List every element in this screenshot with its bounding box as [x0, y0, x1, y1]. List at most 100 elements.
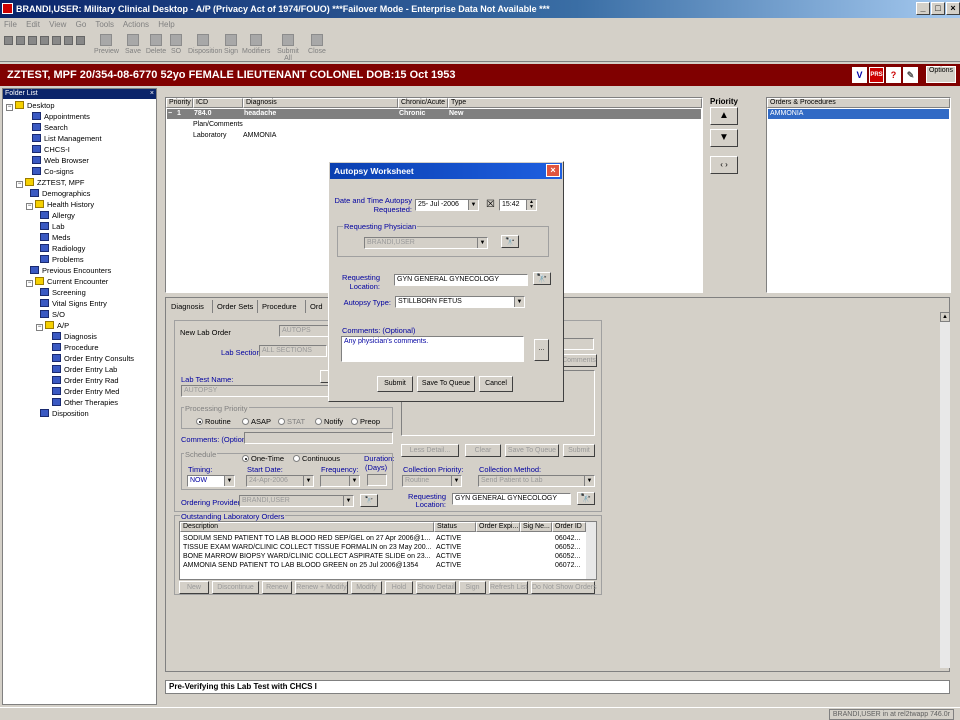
dialog-close-button[interactable]: ×: [546, 164, 560, 177]
nav-refresh-icon[interactable]: [52, 36, 61, 45]
dialog-cancel-button[interactable]: Cancel: [479, 376, 513, 392]
nav-home-icon[interactable]: [40, 36, 49, 45]
autopsy-date-select[interactable]: 25- Jul -2006 ▼: [415, 199, 479, 211]
col-diagnosis[interactable]: Diagnosis: [243, 98, 398, 108]
provider-search-button[interactable]: 🔭: [360, 494, 378, 507]
dialog-comments-field[interactable]: Any physician's comments.: [341, 336, 524, 362]
minimize-button[interactable]: _: [916, 2, 930, 15]
outstanding-action-button[interactable]: Do Not Show Orders: [531, 581, 597, 594]
order-item[interactable]: AMMONIA: [768, 109, 949, 119]
lab-save-to-queue-button[interactable]: Save To Queue: [505, 444, 559, 457]
comments-button[interactable]: Comments: [561, 354, 597, 367]
tab-diagnosis[interactable]: Diagnosis: [171, 300, 204, 313]
folder-item[interactable]: Procedure: [52, 343, 99, 353]
lab-section-field[interactable]: ALL SECTIONS: [259, 345, 327, 357]
collection-method-select[interactable]: Send Patient to Lab ▼: [478, 475, 595, 487]
folder-item[interactable]: Vital Signs Entry: [40, 299, 107, 309]
scroll-up-icon[interactable]: ▲: [940, 312, 950, 322]
folder-list-close-icon[interactable]: ×: [150, 89, 154, 99]
close-button[interactable]: Close: [305, 34, 329, 55]
lab-location-search-button[interactable]: 🔭: [577, 492, 595, 505]
tools-icon[interactable]: ✎: [903, 67, 918, 83]
folder-item[interactable]: Meds: [40, 233, 70, 243]
priority-down-button[interactable]: ▼: [710, 129, 738, 147]
comments-ellipsis-button[interactable]: ...: [534, 339, 549, 361]
col-icd[interactable]: ICD: [193, 98, 243, 108]
folder-item[interactable]: Screening: [40, 288, 86, 298]
physician-search-button[interactable]: 🔭: [501, 235, 519, 248]
verify-icon[interactable]: V: [852, 67, 867, 83]
close-window-button[interactable]: ×: [946, 2, 960, 15]
priority-stat-radio[interactable]: STAT: [278, 417, 305, 426]
nav-up-icon[interactable]: [28, 36, 37, 45]
collapse-icon[interactable]: −: [26, 280, 33, 287]
ol-col-description[interactable]: Description: [180, 522, 434, 532]
folder-item[interactable]: Order Entry Consults: [52, 354, 134, 364]
outstanding-action-button[interactable]: Refresh List: [489, 581, 528, 594]
menu-tools[interactable]: Tools: [95, 20, 114, 29]
priority-notify-radio[interactable]: Notify: [315, 417, 343, 426]
ordering-provider-select[interactable]: BRANDI,USER ▼: [239, 495, 354, 507]
clear-button[interactable]: Clear: [465, 444, 501, 457]
folder-item[interactable]: Order Entry Med: [52, 387, 119, 397]
modifiers-button[interactable]: Modifiers: [242, 34, 270, 55]
submit-all-button[interactable]: Submit All: [273, 34, 303, 62]
folder-item[interactable]: Radiology: [40, 244, 85, 254]
folder-item[interactable]: CHCS-I: [32, 145, 70, 155]
folder-item[interactable]: List Management: [32, 134, 102, 144]
outstanding-action-button[interactable]: Discontinue: [212, 581, 259, 594]
nav-forward-icon[interactable]: [16, 36, 25, 45]
priority-asap-radio[interactable]: ASAP: [242, 417, 271, 426]
folder-item[interactable]: Demographics: [30, 189, 90, 199]
maximize-button[interactable]: □: [931, 2, 945, 15]
folder-item[interactable]: S/O: [40, 310, 65, 320]
folder-item[interactable]: Search: [32, 123, 68, 133]
collection-priority-select[interactable]: Routine ▼: [402, 475, 462, 487]
outstanding-action-button[interactable]: Show Detail: [416, 581, 456, 594]
less-detail-button[interactable]: Less Detail...: [401, 444, 459, 457]
dialog-requesting-location-field[interactable]: GYN GENERAL GYNECOLOGY: [394, 274, 528, 286]
sign-button[interactable]: Sign: [219, 34, 243, 55]
lower-area-scrollbar[interactable]: ▲: [940, 312, 950, 668]
folder-item[interactable]: Diagnosis: [52, 332, 97, 342]
tab-procedure[interactable]: Procedure: [257, 300, 297, 313]
folder-item[interactable]: Problems: [40, 255, 84, 265]
menu-edit[interactable]: Edit: [26, 20, 40, 29]
menu-go[interactable]: Go: [76, 20, 87, 29]
requesting-physician-select[interactable]: BRANDI,USER ▼: [364, 237, 488, 249]
save-button[interactable]: Save: [121, 34, 145, 55]
nav-back-icon[interactable]: [4, 36, 13, 45]
problem-expand-icon[interactable]: −: [168, 109, 172, 119]
priority-preop-radio[interactable]: Preop: [351, 417, 380, 426]
folder-item[interactable]: Co-signs: [32, 167, 74, 177]
lab-submit-button[interactable]: Submit: [563, 444, 595, 457]
outstanding-action-button[interactable]: Renew: [262, 581, 292, 594]
outstanding-action-button[interactable]: Modify: [351, 581, 382, 594]
folder-item[interactable]: − Health History: [26, 200, 94, 210]
frequency-select[interactable]: ▼: [320, 475, 360, 487]
disposition-button[interactable]: Disposition: [188, 34, 222, 55]
folder-item[interactable]: Appointments: [32, 112, 90, 122]
dialog-save-to-queue-button[interactable]: Save To Queue: [417, 376, 475, 392]
outstanding-action-button[interactable]: Renew + Modify: [295, 581, 348, 594]
folder-item[interactable]: − A/P: [36, 321, 69, 331]
menu-actions[interactable]: Actions: [123, 20, 149, 29]
autopsy-type-select[interactable]: STILLBORN FETUS ▼: [395, 296, 525, 308]
folder-item[interactable]: − ZZTEST, MPF: [16, 178, 85, 188]
start-date-select[interactable]: 24-Apr-2006 ▼: [246, 475, 314, 487]
nav-folder-icon[interactable]: [76, 36, 85, 45]
lab-comments-field[interactable]: [244, 432, 393, 444]
right-top-field[interactable]: [561, 338, 594, 350]
prs-icon[interactable]: PRS: [869, 67, 884, 83]
lab-requesting-location-field[interactable]: GYN GENERAL GYNECOLOGY: [452, 493, 571, 505]
so-button[interactable]: SO: [164, 34, 188, 55]
timing-select[interactable]: NOW ▼: [187, 475, 235, 487]
folder-item[interactable]: Web Browser: [32, 156, 89, 166]
help-question-icon[interactable]: ?: [886, 67, 901, 83]
menu-view[interactable]: View: [49, 20, 66, 29]
time-checkbox[interactable]: ☒: [486, 199, 495, 210]
new-lab-order-field[interactable]: AUTOPS: [279, 325, 329, 337]
spinner-icon[interactable]: ▲ ▼: [526, 200, 536, 210]
folder-item[interactable]: Order Entry Rad: [52, 376, 119, 386]
priority-up-button[interactable]: ▲: [710, 107, 738, 125]
